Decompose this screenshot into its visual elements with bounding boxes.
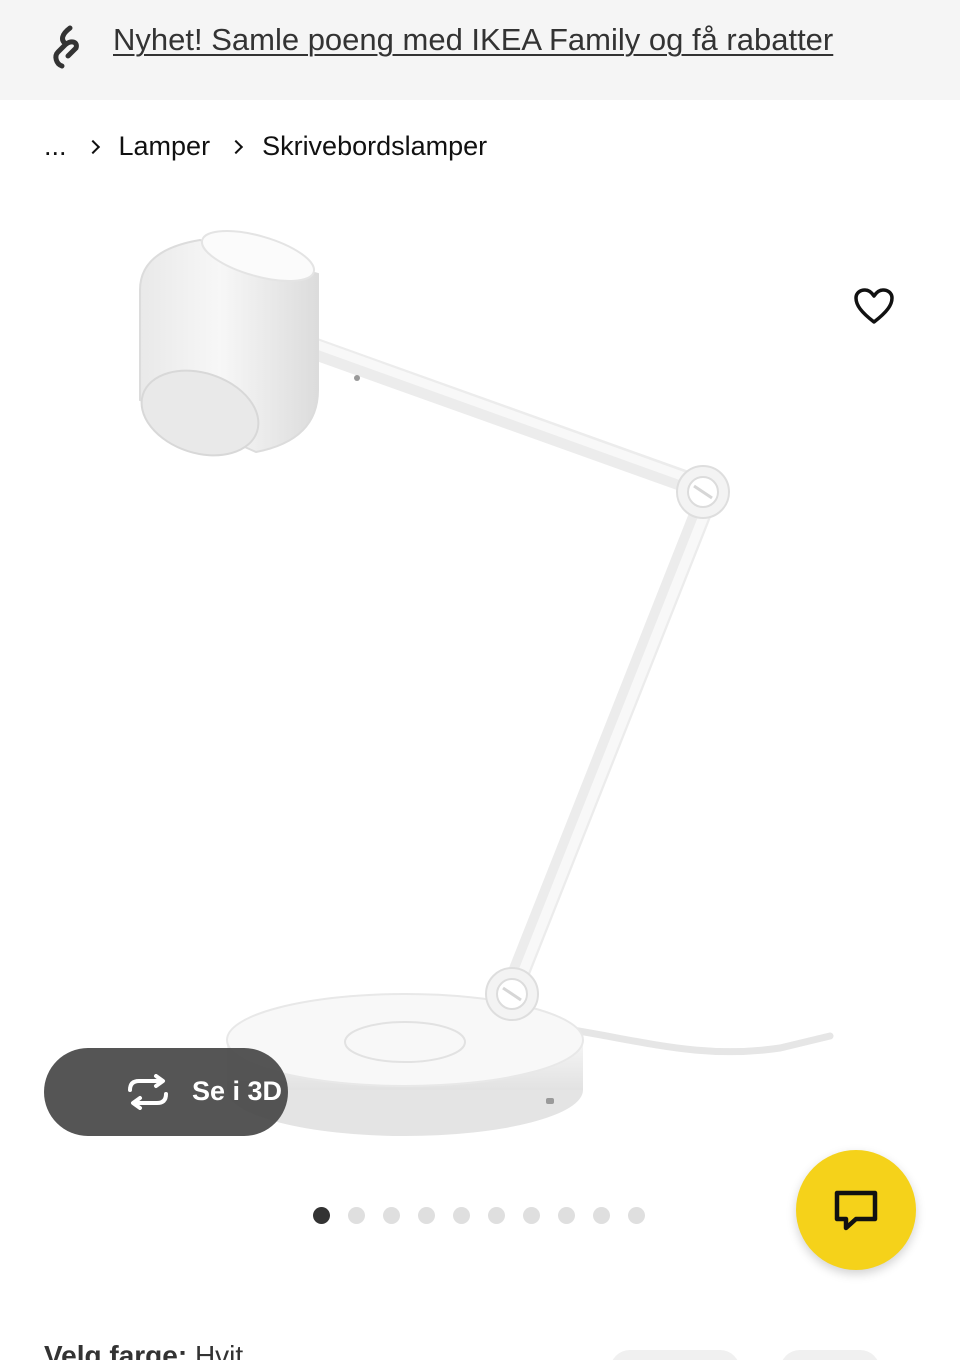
- breadcrumb: ... Lamper Skrivebordslamper: [44, 128, 487, 164]
- pagination-dot[interactable]: [558, 1206, 575, 1224]
- color-swatch[interactable]: [780, 1350, 880, 1360]
- breadcrumb-lamper[interactable]: Lamper: [119, 131, 211, 162]
- color-swatch[interactable]: [610, 1350, 740, 1360]
- pagination-dot[interactable]: [488, 1206, 505, 1224]
- view-3d-label: Se i 3D: [192, 1076, 283, 1106]
- color-label-key: Velg farge:: [44, 1340, 188, 1360]
- chat-button[interactable]: [796, 1150, 916, 1270]
- pagination-dot[interactable]: [593, 1206, 610, 1224]
- color-selector-label: Velg farge: Hvit: [44, 1340, 243, 1360]
- chat-bubble-icon: [834, 1190, 878, 1231]
- color-label-value: Hvit: [194, 1340, 244, 1360]
- pagination-dot[interactable]: [418, 1206, 435, 1224]
- breadcrumb-ellipsis[interactable]: ...: [44, 131, 67, 162]
- view-3d-button[interactable]: Se i 3D: [44, 1048, 288, 1136]
- chevron-right-icon: [230, 139, 244, 153]
- promo-banner: Nyhet! Samle poeng med IKEA Family og få…: [0, 0, 960, 100]
- pagination-dot[interactable]: [313, 1206, 330, 1224]
- rotate-3d-icon: [124, 1074, 172, 1110]
- breadcrumb-skrivebordslamper[interactable]: Skrivebordslamper: [262, 131, 487, 162]
- pagination-dot[interactable]: [383, 1206, 400, 1224]
- pagination-dot[interactable]: [628, 1206, 645, 1224]
- ikea-family-icon: [48, 22, 88, 72]
- pagination-dot[interactable]: [523, 1206, 540, 1224]
- pagination-dot[interactable]: [453, 1206, 470, 1224]
- gallery-pagination: [313, 1205, 663, 1225]
- favorite-button[interactable]: [848, 280, 900, 332]
- heart-icon: [854, 288, 894, 324]
- promo-link[interactable]: Nyhet! Samle poeng med IKEA Family og få…: [113, 22, 833, 58]
- chevron-right-icon: [87, 139, 101, 153]
- pagination-dot[interactable]: [348, 1206, 365, 1224]
